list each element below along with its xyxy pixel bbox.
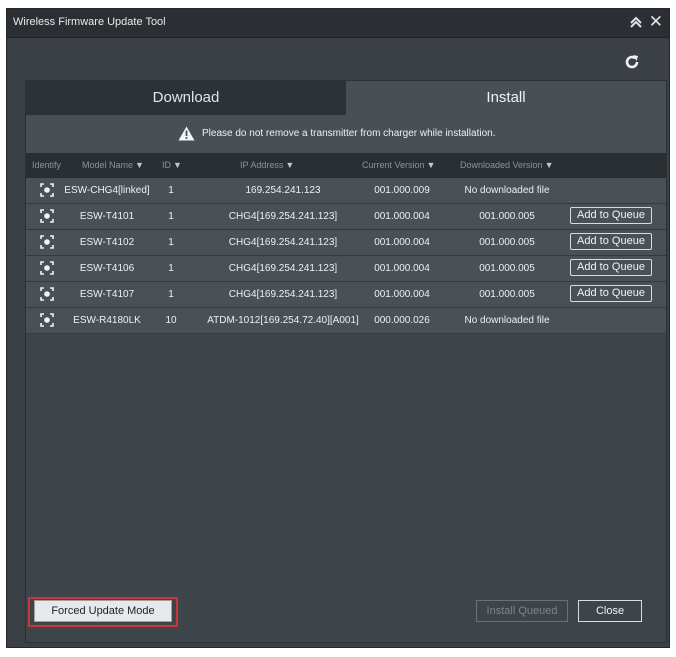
table-row[interactable]: ESW-T4101 1 CHG4[169.254.241.123] 001.00… bbox=[26, 204, 666, 230]
cell-ip: CHG4[169.254.241.123] bbox=[228, 289, 338, 300]
cell-downloaded-version: No downloaded file bbox=[464, 185, 550, 196]
cell-model: ESW-R4180LK bbox=[73, 315, 141, 326]
add-to-queue-button[interactable]: Add to Queue bbox=[570, 285, 652, 302]
tab-install[interactable]: Install bbox=[346, 81, 666, 115]
add-to-queue-button[interactable]: Add to Queue bbox=[570, 207, 652, 224]
cell-id: 1 bbox=[168, 263, 174, 274]
add-to-queue-button[interactable]: Add to Queue bbox=[570, 233, 652, 250]
cell-current-version: 001.000.004 bbox=[374, 263, 430, 274]
device-table: ESW-CHG4[linked] 1 169.254.241.123 001.0… bbox=[26, 178, 666, 334]
cell-downloaded-version: 001.000.005 bbox=[479, 237, 535, 248]
collapse-icon[interactable] bbox=[629, 15, 643, 33]
table-row[interactable]: ESW-CHG4[linked] 1 169.254.241.123 001.0… bbox=[26, 178, 666, 204]
cell-current-version: 001.000.004 bbox=[374, 211, 430, 222]
cell-model: ESW-CHG4[linked] bbox=[64, 185, 150, 196]
identify-icon[interactable] bbox=[40, 287, 54, 301]
tab-download[interactable]: Download bbox=[26, 81, 346, 115]
col-ip-label: IP Address bbox=[240, 160, 284, 170]
cell-ip: CHG4[169.254.241.123] bbox=[228, 211, 338, 222]
cell-model: ESW-T4107 bbox=[79, 289, 135, 300]
cell-downloaded-version: 001.000.005 bbox=[479, 289, 535, 300]
cell-current-version: 001.000.004 bbox=[374, 237, 430, 248]
chevron-down-icon: ▼ bbox=[285, 160, 295, 170]
title-bar: Wireless Firmware Update Tool ✕ bbox=[7, 9, 669, 38]
col-identify: Identify bbox=[32, 160, 62, 170]
warning-icon bbox=[178, 126, 195, 141]
install-queued-button[interactable]: Install Queued bbox=[476, 600, 568, 622]
cell-ip: CHG4[169.254.241.123] bbox=[228, 237, 338, 248]
col-downloaded-label: Downloaded Version bbox=[460, 160, 543, 170]
table-row[interactable]: ESW-T4106 1 CHG4[169.254.241.123] 001.00… bbox=[26, 256, 666, 282]
add-to-queue-button[interactable]: Add to Queue bbox=[570, 259, 652, 276]
cell-current-version: 000.000.026 bbox=[374, 315, 430, 326]
refresh-icon[interactable] bbox=[623, 53, 641, 71]
cell-id: 1 bbox=[168, 185, 174, 196]
cell-ip: CHG4[169.254.241.123] bbox=[228, 263, 338, 274]
col-ip[interactable]: IP Address ▼ bbox=[240, 160, 294, 170]
cell-ip: 169.254.241.123 bbox=[245, 185, 321, 196]
identify-icon[interactable] bbox=[40, 235, 54, 249]
col-model[interactable]: Model Name ▼ bbox=[82, 160, 144, 170]
cell-id: 1 bbox=[168, 289, 174, 300]
cell-model: ESW-T4106 bbox=[79, 263, 135, 274]
identify-icon[interactable] bbox=[40, 209, 54, 223]
warning-text: Please do not remove a transmitter from … bbox=[202, 128, 496, 139]
cell-id: 10 bbox=[165, 315, 177, 326]
cell-model: ESW-T4101 bbox=[79, 211, 135, 222]
chevron-down-icon: ▼ bbox=[135, 160, 144, 170]
cell-id: 1 bbox=[168, 211, 174, 222]
chevron-down-icon: ▼ bbox=[544, 160, 554, 170]
main-panel: Download Install Please do not remove a … bbox=[25, 80, 667, 643]
close-icon[interactable]: ✕ bbox=[649, 12, 663, 32]
cell-model: ESW-T4102 bbox=[79, 237, 135, 248]
table-row[interactable]: ESW-R4180LK 10 ATDM-1012[169.254.72.40][… bbox=[26, 308, 666, 334]
col-current-label: Current Version bbox=[362, 160, 425, 170]
cell-id: 1 bbox=[168, 237, 174, 248]
col-id-label: ID bbox=[162, 160, 171, 170]
col-current[interactable]: Current Version ▼ bbox=[362, 160, 435, 170]
col-model-label: Model Name bbox=[82, 160, 134, 170]
col-downloaded[interactable]: Downloaded Version ▼ bbox=[460, 160, 553, 170]
cell-ip: ATDM-1012[169.254.72.40][A001] bbox=[207, 315, 359, 326]
table-header: Identify Model Name ▼ ID ▼ IP Address ▼ Cur… bbox=[26, 153, 666, 178]
chevron-down-icon: ▼ bbox=[426, 160, 436, 170]
identify-icon[interactable] bbox=[40, 313, 54, 327]
table-row[interactable]: ESW-T4102 1 CHG4[169.254.241.123] 001.00… bbox=[26, 230, 666, 256]
cell-downloaded-version: No downloaded file bbox=[464, 315, 550, 326]
warning-banner: Please do not remove a transmitter from … bbox=[26, 115, 666, 153]
close-button[interactable]: Close bbox=[578, 600, 642, 622]
app-window: Wireless Firmware Update Tool ✕ Download… bbox=[6, 8, 670, 648]
tab-bar: Download Install bbox=[26, 81, 666, 115]
chevron-down-icon: ▼ bbox=[173, 160, 182, 170]
cell-downloaded-version: 001.000.005 bbox=[479, 211, 535, 222]
identify-icon[interactable] bbox=[40, 261, 54, 275]
forced-update-mode-button[interactable]: Forced Update Mode bbox=[34, 600, 172, 622]
table-row[interactable]: ESW-T4107 1 CHG4[169.254.241.123] 001.00… bbox=[26, 282, 666, 308]
identify-icon[interactable] bbox=[40, 183, 54, 197]
col-id[interactable]: ID ▼ bbox=[162, 160, 182, 170]
cell-downloaded-version: 001.000.005 bbox=[479, 263, 535, 274]
cell-current-version: 001.000.004 bbox=[374, 289, 430, 300]
cell-current-version: 001.000.009 bbox=[374, 185, 430, 196]
window-title: Wireless Firmware Update Tool bbox=[13, 16, 166, 28]
